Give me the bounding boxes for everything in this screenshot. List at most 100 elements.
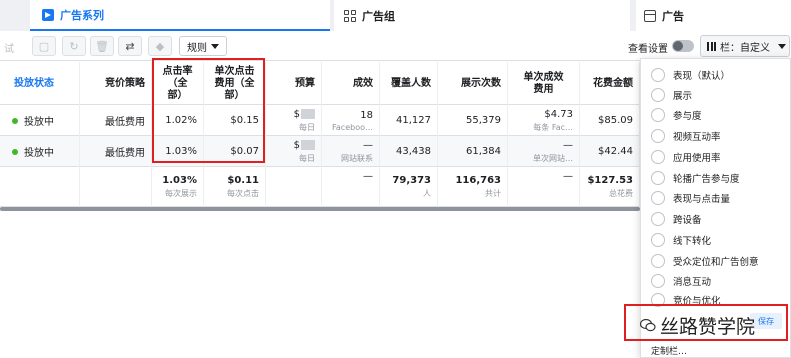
column-preset-option[interactable]: 轮播广告参与度 (651, 170, 740, 186)
view-settings-toggle[interactable] (672, 40, 694, 52)
cost-per-result-cell: $4.73 每条 Fac… (508, 105, 580, 136)
delete-button[interactable]: 🗑 (90, 36, 114, 56)
radio-button[interactable] (651, 68, 665, 82)
level-tabs: 广告系列 广告组 广告 (0, 0, 791, 31)
header-bid-strategy[interactable]: 竞价策略 (80, 62, 152, 105)
radio-button[interactable] (651, 171, 665, 185)
rules-dropdown[interactable]: 规则 (179, 36, 227, 56)
tab-ads-label: 广告 (662, 9, 684, 23)
radio-button[interactable] (651, 150, 665, 164)
active-status-dot (12, 117, 18, 124)
totals-cost-per-result-cell: — (508, 167, 580, 207)
horizontal-scrollbar[interactable] (0, 207, 640, 211)
refresh-icon: ↻ (69, 39, 79, 53)
totals-ctr-value: 1.03% (162, 175, 197, 186)
tab-campaigns-label: 广告系列 (60, 8, 104, 22)
watermark: 丝路赞学院 (640, 312, 755, 338)
column-preset-option[interactable]: 展示 (651, 87, 692, 103)
totals-cpc-sub: 每次点击 (227, 189, 259, 198)
header-results[interactable]: 成效 (322, 62, 380, 105)
spend-cell: $85.09 (580, 105, 640, 136)
column-preset-option[interactable]: 表现（默认） (651, 67, 730, 83)
results-cell: 18 Faceboo… (322, 105, 380, 136)
columns-dropdown[interactable]: 栏：自定义 (700, 35, 790, 57)
totals-results-value: — (363, 171, 373, 182)
radio-button[interactable] (651, 88, 665, 102)
duplicate-button[interactable]: ▢ (32, 36, 56, 56)
budget-sub: 每日 (299, 122, 315, 132)
column-preset-option[interactable]: 竞价与优化 (651, 292, 721, 308)
results-sub: Faceboo… (332, 122, 373, 132)
grid-icon (344, 9, 356, 22)
watermark-text: 丝路赞学院 (660, 315, 756, 338)
budget-value: $ (294, 139, 315, 151)
header-cpc[interactable]: 单次点击费用（全部） (204, 62, 266, 105)
totals-ctr-cell: 1.03% 每次展示 (152, 167, 204, 207)
header-ctr[interactable]: 点击率（全部） (152, 62, 204, 105)
trash-icon: 🗑 (95, 39, 109, 53)
radio-button[interactable] (651, 274, 665, 288)
tag-button[interactable]: ◆ (148, 36, 172, 56)
bid-cell: 最低费用 (80, 105, 152, 136)
budget-cell: $ 每日 (266, 136, 322, 167)
totals-impressions-cell: 116,763 共计 (438, 167, 508, 207)
header-spend[interactable]: 花费金额 (580, 62, 640, 105)
table-row[interactable]: 投放中 最低费用 1.02% $0.15 $ 每日 18 Faceboo… 41… (0, 105, 660, 136)
column-preset-option[interactable]: 表现与点击量 (651, 190, 730, 206)
columns-label: 栏：自定义 (720, 42, 770, 54)
header-reach[interactable]: 覆盖人数 (380, 62, 438, 105)
column-preset-option[interactable]: 参与度 (651, 107, 702, 123)
radio-button[interactable] (651, 254, 665, 268)
status-cell: 投放中 (0, 105, 80, 136)
table-header: 投放状态 竞价策略 点击率（全部） 单次点击费用（全部） 预算 成效 覆盖人数 … (0, 62, 660, 105)
totals-reach-sub: 人 (423, 189, 431, 198)
column-preset-option[interactable]: 线下转化 (651, 232, 711, 248)
wechat-icon (640, 318, 656, 332)
header-budget[interactable]: 预算 (266, 62, 322, 105)
table-row[interactable]: 投放中 最低费用 1.03% $0.07 $ 每日 — 网站联系 43,438 … (0, 136, 660, 167)
reach-cell: 43,438 (380, 136, 438, 167)
header-status[interactable]: 投放状态 (0, 62, 80, 105)
rules-label: 规则 (187, 42, 207, 54)
reach-cell: 41,127 (380, 105, 438, 136)
clipboard-icon: ▢ (38, 39, 50, 53)
column-preset-option[interactable]: 受众定位和广告创意 (651, 253, 759, 269)
folder-icon (42, 8, 54, 21)
radio-button[interactable] (651, 233, 665, 247)
column-preset-option[interactable]: 跨设备 (651, 211, 702, 227)
radio-button[interactable] (651, 212, 665, 226)
header-impressions[interactable]: 展示次数 (438, 62, 508, 105)
ab-test-button[interactable]: ⇄ (118, 36, 142, 56)
radio-button[interactable] (651, 108, 665, 122)
tab-ads[interactable]: 广告 (636, 0, 791, 31)
refresh-button[interactable]: ↻ (62, 36, 86, 56)
spend-cell: $42.44 (580, 136, 640, 167)
totals-cost-per-result-value: — (563, 171, 573, 182)
radio-button[interactable] (651, 293, 665, 307)
column-preset-option[interactable]: 视频互动率 (651, 128, 721, 144)
chevron-down-icon (211, 43, 219, 49)
totals-impressions-value: 116,763 (455, 175, 501, 186)
columns-icon (707, 41, 716, 51)
radio-button[interactable] (651, 129, 665, 143)
cost-per-result-value: $4.73 (544, 108, 573, 120)
radio-button[interactable] (651, 191, 665, 205)
customize-columns-link[interactable]: 定制栏… (651, 344, 687, 357)
edit-button-label[interactable]: 试 (4, 40, 14, 55)
cost-per-result-sub: 单次网站… (533, 153, 573, 163)
cpc-cell: $0.07 (204, 136, 266, 167)
redacted-block (301, 139, 315, 150)
impressions-cell: 61,384 (438, 136, 508, 167)
status-cell: 投放中 (0, 136, 80, 167)
tab-campaigns[interactable]: 广告系列 (30, 0, 330, 31)
status-text: 投放中 (24, 148, 54, 159)
totals-row: 1.03% 每次展示 $0.11 每次点击 — 79,373 人 116,763… (0, 167, 660, 207)
header-cost-per-result[interactable]: 单次成效费用 (508, 62, 580, 105)
totals-cpc-value: $0.11 (227, 175, 259, 186)
totals-reach-cell: 79,373 人 (380, 167, 438, 207)
results-sub: 网站联系 (341, 153, 373, 163)
column-preset-option[interactable]: 应用使用率 (651, 149, 721, 165)
results-value: — (363, 139, 373, 151)
tab-ad-sets[interactable]: 广告组 (334, 0, 630, 31)
column-preset-option[interactable]: 消息互动 (651, 273, 711, 289)
